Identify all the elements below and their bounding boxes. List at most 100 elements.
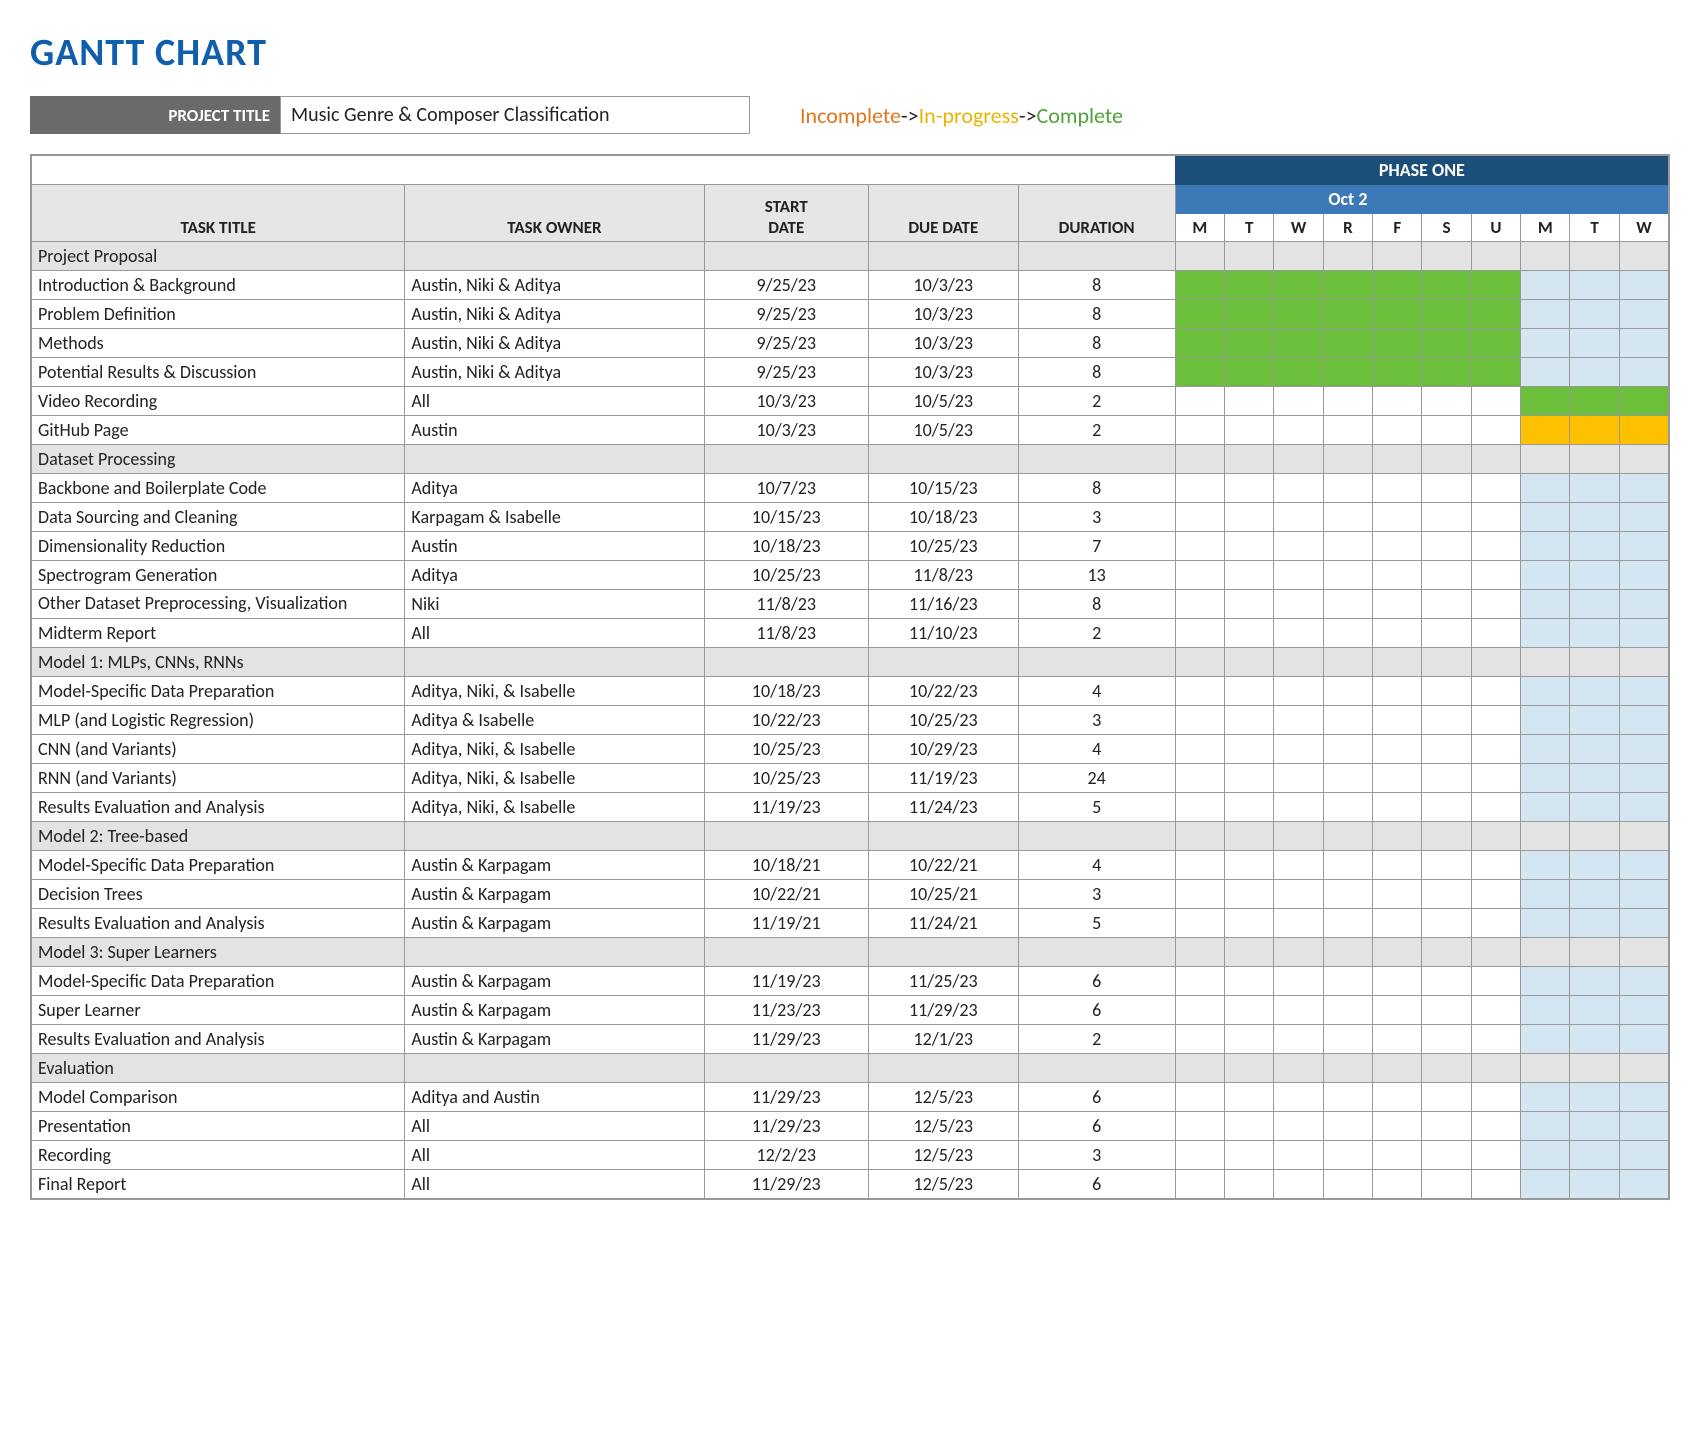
task-title: CNN (and Variants) [31, 735, 405, 764]
gantt-cell [1225, 706, 1274, 735]
gantt-cell [1521, 880, 1570, 909]
task-owner: Aditya, Niki, & Isabelle [405, 677, 704, 706]
start-date: 10/25/23 [704, 561, 869, 590]
gantt-cell [1422, 1141, 1471, 1170]
gantt-cell [1471, 793, 1520, 822]
gantt-cell [1175, 532, 1224, 561]
gantt-cell [1323, 967, 1372, 996]
gantt-cell [1373, 387, 1422, 416]
gantt-cell [1471, 851, 1520, 880]
gantt-cell [1175, 1112, 1224, 1141]
gantt-cell [1570, 445, 1619, 474]
gantt-cell [1619, 300, 1669, 329]
gantt-cell [1274, 677, 1323, 706]
gantt-cell [1373, 271, 1422, 300]
task-owner: Austin & Karpagam [405, 880, 704, 909]
day-header: M [1175, 214, 1224, 242]
day-header: W [1274, 214, 1323, 242]
due-date: 10/22/23 [869, 677, 1019, 706]
gantt-cell [1175, 1083, 1224, 1112]
gantt-cell [1225, 880, 1274, 909]
due-date: 10/25/23 [869, 532, 1019, 561]
gantt-cell [1175, 329, 1224, 358]
task-owner: Aditya and Austin [405, 1083, 704, 1112]
duration: 6 [1018, 1112, 1175, 1141]
gantt-cell [1471, 1025, 1520, 1054]
gantt-cell [1422, 329, 1471, 358]
gantt-cell [1422, 619, 1471, 648]
gantt-cell [1373, 851, 1422, 880]
gantt-cell [1274, 967, 1323, 996]
gantt-cell [1225, 1025, 1274, 1054]
task-title: Model-Specific Data Preparation [31, 677, 405, 706]
task-owner: All [405, 619, 704, 648]
gantt-cell [1619, 909, 1669, 938]
gantt-cell [1471, 271, 1520, 300]
start-date: 11/23/23 [704, 996, 869, 1025]
due-date: 10/5/23 [869, 416, 1019, 445]
gantt-cell [1175, 358, 1224, 387]
gantt-cell [1471, 1141, 1520, 1170]
start-date: 11/19/23 [704, 967, 869, 996]
task-owner: Austin & Karpagam [405, 996, 704, 1025]
gantt-cell [1225, 561, 1274, 590]
gantt-cell [1422, 532, 1471, 561]
gantt-cell [1175, 735, 1224, 764]
start-date: 10/18/23 [704, 677, 869, 706]
task-owner: Austin, Niki & Aditya [405, 271, 704, 300]
gantt-cell [1619, 387, 1669, 416]
task-title: Super Learner [31, 996, 405, 1025]
gantt-cell [1175, 590, 1224, 619]
task-title: Other Dataset Preprocessing, Visualizati… [31, 590, 405, 619]
gantt-cell [1175, 387, 1224, 416]
gantt-cell [1521, 967, 1570, 996]
task-title: Model Comparison [31, 1083, 405, 1112]
gantt-cell [1373, 532, 1422, 561]
gantt-cell [1225, 822, 1274, 851]
gantt-cell [1422, 358, 1471, 387]
task-owner: All [405, 1112, 704, 1141]
gantt-cell [1570, 851, 1619, 880]
gantt-cell [1225, 648, 1274, 677]
day-header: U [1471, 214, 1520, 242]
gantt-cell [1471, 503, 1520, 532]
task-owner: All [405, 1141, 704, 1170]
gantt-cell [1521, 271, 1570, 300]
gantt-cell [1570, 416, 1619, 445]
duration: 8 [1018, 300, 1175, 329]
gantt-cell [1274, 938, 1323, 967]
gantt-cell [1175, 271, 1224, 300]
gantt-cell [1225, 329, 1274, 358]
start-date: 10/15/23 [704, 503, 869, 532]
gantt-cell [1175, 909, 1224, 938]
gantt-cell [1422, 822, 1471, 851]
gantt-cell [1274, 648, 1323, 677]
gantt-cell [1274, 329, 1323, 358]
gantt-cell [1422, 706, 1471, 735]
task-owner: Aditya [405, 561, 704, 590]
start-date: 10/7/23 [704, 474, 869, 503]
gantt-cell [1175, 793, 1224, 822]
gantt-cell [1619, 619, 1669, 648]
gantt-cell [1274, 532, 1323, 561]
gantt-cell [1570, 1112, 1619, 1141]
gantt-cell [1373, 1025, 1422, 1054]
duration: 2 [1018, 1025, 1175, 1054]
gantt-cell [1619, 358, 1669, 387]
gantt-cell [1422, 1170, 1471, 1200]
gantt-cell [1373, 764, 1422, 793]
due-date: 10/25/23 [869, 706, 1019, 735]
gantt-cell [1422, 242, 1471, 271]
start-date: 11/19/21 [704, 909, 869, 938]
gantt-cell [1225, 909, 1274, 938]
gantt-cell [1175, 880, 1224, 909]
gantt-cell [1521, 300, 1570, 329]
gantt-cell [1570, 909, 1619, 938]
gantt-cell [1373, 300, 1422, 329]
task-title: Video Recording [31, 387, 405, 416]
task-title: Recording [31, 1141, 405, 1170]
gantt-cell [1274, 1083, 1323, 1112]
gantt-cell [1323, 996, 1372, 1025]
gantt-cell [1274, 880, 1323, 909]
due-date: 12/5/23 [869, 1141, 1019, 1170]
